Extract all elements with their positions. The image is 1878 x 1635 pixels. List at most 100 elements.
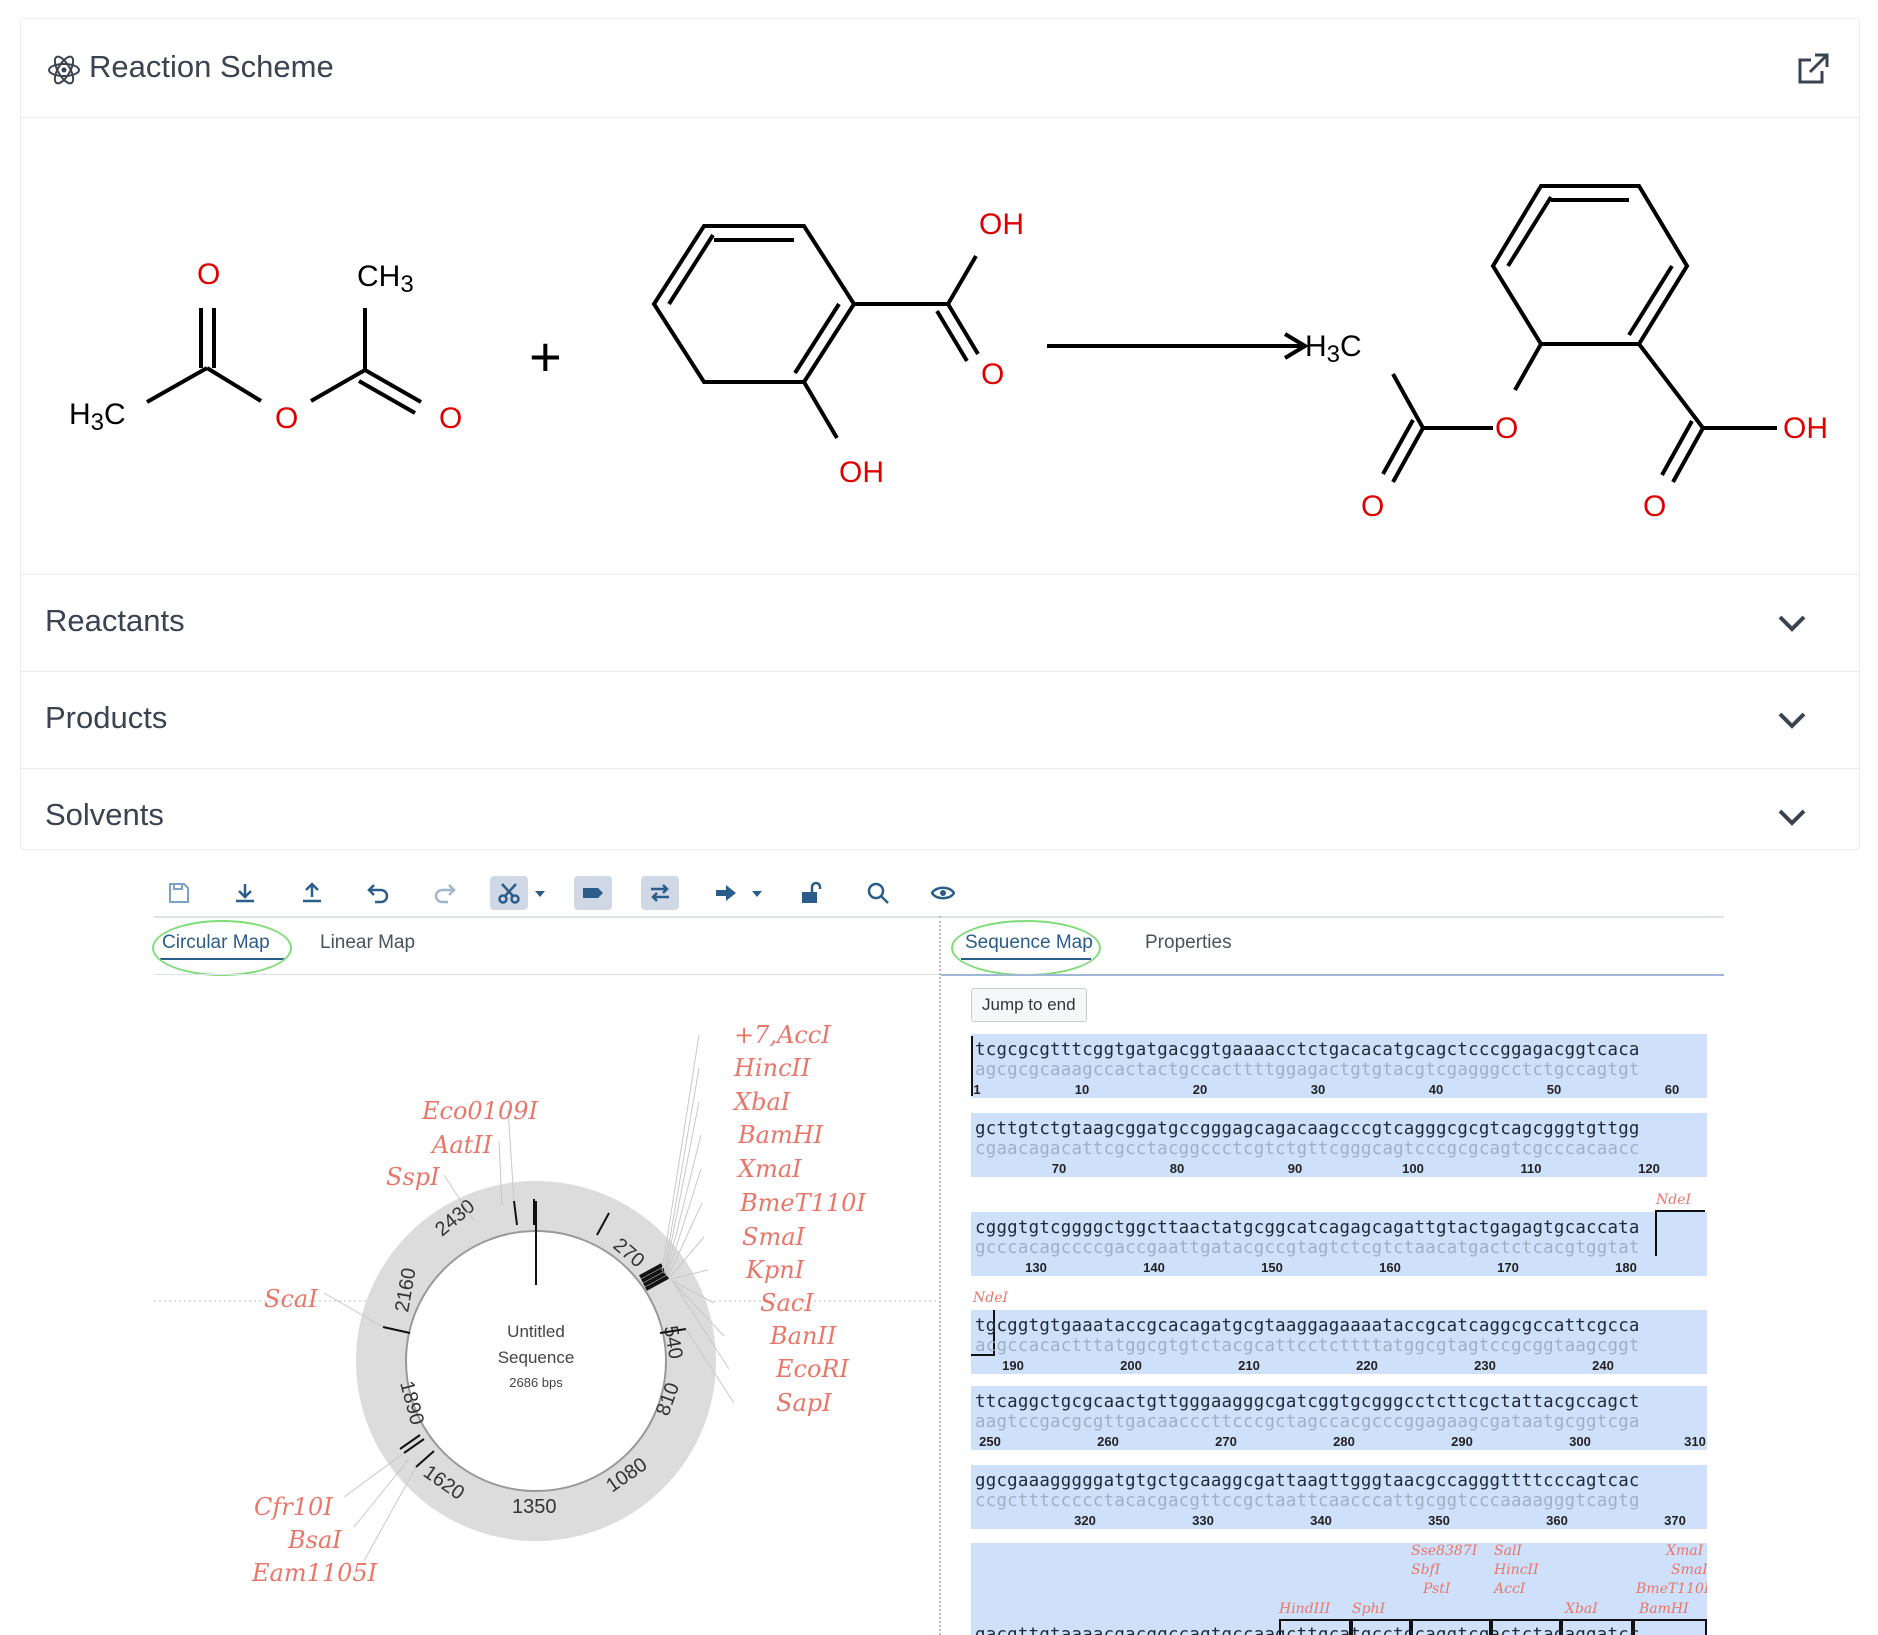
sequence-forward: gcttgtctgtaagcggatgccgggagcagacaagcccgtc… (975, 1119, 1640, 1139)
search-button[interactable] (859, 876, 897, 910)
aspirin-oh: OH (1783, 412, 1828, 445)
sequence-forward: ggcgaaagggggatgtgctgcaaggcgattaagttgggta… (975, 1471, 1640, 1491)
sequence-row[interactable]: NdeI tgcggtgtgaaataccgcacagatgcgtaaggaga… (971, 1288, 1707, 1378)
enzyme-label: +7,AccI (734, 1021, 831, 1049)
atom-icon (48, 55, 80, 85)
anhydride-h3c-label: H3C (69, 398, 126, 436)
enzyme-label[interactable]: HincII (1494, 1562, 1539, 1578)
enzyme-label[interactable]: SbfI (1411, 1562, 1440, 1578)
translations-button[interactable] (707, 876, 745, 910)
tab-highlight-ring (152, 920, 292, 976)
enzyme-label: XbaI (732, 1088, 791, 1116)
save-button[interactable] (160, 876, 198, 910)
sequence-forward: tcgcgcgtttcggtgatgacggtgaaaacctctgacacat… (975, 1040, 1640, 1060)
visibility-button[interactable] (924, 876, 962, 910)
anhydride-carbonyl-o1: O (197, 258, 220, 291)
orfs-button[interactable] (641, 876, 679, 910)
acetic-anhydride-structure (146, 308, 422, 415)
upload-button[interactable] (293, 876, 331, 910)
sequence-editor: Circular Map Linear Map Untitled Sequenc… (152, 866, 1724, 1635)
lock-button[interactable] (792, 876, 830, 910)
sequence-forward: ttcaggctgcgcaactgttgggaagggcgatcggtgcggg… (975, 1392, 1640, 1412)
features-button[interactable] (574, 876, 612, 910)
download-button[interactable] (226, 876, 264, 910)
sequence-row[interactable]: ttcaggctgcgcaactgttgggaagggcgatcggtgcggg… (971, 1386, 1707, 1454)
sequence-forward: tgcggtgtgaaataccgcacagatgcgtaaggagaaaata… (975, 1316, 1640, 1336)
enzyme-label: KpnI (745, 1256, 805, 1284)
chevron-down-icon (1778, 615, 1806, 632)
enzyme-label[interactable]: SphI (1352, 1601, 1385, 1617)
reaction-title: Reaction Scheme (89, 49, 334, 84)
tab-linear-map[interactable]: Linear Map (320, 932, 415, 954)
sequence-row[interactable]: tcgcgcgtttcggtgatgacggtgaaaacctctgacacat… (971, 1034, 1707, 1102)
feature-tag-icon (583, 888, 603, 898)
sequence-reverse: cgaacagacattcgcctacggccctcgtctgttcgggcag… (975, 1139, 1640, 1159)
aspirin-structure (1381, 184, 1777, 483)
undo-button[interactable] (359, 876, 397, 910)
accordion-reactants[interactable]: Reactants (21, 575, 1859, 672)
aspirin-carbonyl-o: O (1643, 490, 1666, 523)
jump-to-end-button[interactable]: Jump to end (971, 988, 1087, 1022)
accordion-solvents[interactable]: Solvents (21, 769, 1859, 849)
reaction-plus: + (529, 325, 562, 388)
tab-properties[interactable]: Properties (1145, 932, 1232, 954)
sequence-reverse: ccgctttccccctacacgacgttccgctaattcaacccat… (975, 1491, 1640, 1511)
enzyme-label: EcoRI (775, 1355, 849, 1383)
enzyme-label: Cfr10I (254, 1493, 333, 1521)
salicylic-oh-bottom: OH (839, 456, 884, 489)
sequence-reverse: acgccacactttatggcgtgtctacgcattcctcttttat… (975, 1336, 1640, 1356)
enzyme-label: ScaI (264, 1285, 318, 1313)
cut-sites-button[interactable] (490, 876, 528, 910)
sequence-ruler: 190 200 210 220 230 240 (1002, 1358, 1614, 1373)
enzyme-label[interactable]: PstI (1423, 1581, 1450, 1597)
sequence-pane: Sequence Map Properties Jump to end tcgc… (941, 916, 1724, 1635)
sequence-ruler: 70 80 90 100 110 120 (1051, 1161, 1660, 1176)
enzyme-label[interactable]: HindIII (1279, 1601, 1330, 1617)
scissors-icon (498, 883, 520, 904)
sequence-ruler: 320 330 340 350 360 370 (1074, 1513, 1686, 1528)
aspirin-ester-o: O (1495, 412, 1518, 445)
enzyme-label[interactable]: SalI (1494, 1543, 1522, 1559)
redo-button[interactable] (426, 876, 464, 910)
search-icon (867, 882, 889, 904)
enzyme-label[interactable]: XbaI (1565, 1601, 1598, 1617)
accordion-products[interactable]: Products (21, 672, 1859, 769)
circular-map[interactable]: Untitled Sequence 2686 bps 270 540 810 1… (154, 975, 939, 1635)
sequence-ruler: 130 140 150 160 170 180 (1025, 1260, 1637, 1275)
swap-arrows-icon (651, 884, 669, 902)
redo-icon (434, 884, 456, 904)
enzyme-label: Eam1105I (251, 1559, 378, 1587)
sequence-forward: gacgttgtaaaacgacggccagtgccaagcttgcatgcct… (975, 1625, 1640, 1635)
enzyme-label[interactable]: Sse8387I (1411, 1543, 1477, 1559)
enzyme-label[interactable]: BmeT110I (1636, 1581, 1707, 1597)
enzyme-label: SspI (386, 1163, 440, 1191)
enzyme-label[interactable]: AccI (1494, 1581, 1525, 1597)
sequence-row[interactable]: ggcgaaagggggatgtgctgcaaggcgattaagttgggta… (971, 1465, 1707, 1533)
enzyme-label[interactable]: XmaI (1666, 1543, 1703, 1559)
ring-tick-label: 1350 (512, 1496, 557, 1518)
translations-caret-icon[interactable] (752, 891, 762, 897)
reaction-card: Reaction Scheme O CH3 H3C O O + OH O OH … (20, 18, 1860, 850)
sequence-ruler: 250 260 270 280 290 300 310 (979, 1434, 1706, 1449)
aspirin-h3c-label: H3C (1305, 330, 1362, 368)
chevron-down-icon (1778, 712, 1806, 729)
anhydride-bridge-o: O (275, 402, 298, 435)
cut-sites-caret-icon[interactable] (535, 891, 545, 897)
download-icon (236, 884, 254, 903)
enzyme-label[interactable]: NdeI (973, 1290, 1008, 1306)
sequence-row[interactable]: Sse8387I SalI SbfI HincII PstI AccI Hind… (971, 1543, 1707, 1635)
aspirin-acetyl-o: O (1361, 490, 1384, 523)
save-icon (169, 883, 189, 903)
enzyme-label: AatII (430, 1131, 493, 1159)
unlock-icon (802, 881, 822, 903)
enzyme-label[interactable]: SmaI (1671, 1562, 1707, 1578)
arrow-right-icon (716, 885, 736, 901)
map-name-line2: Sequence (498, 1348, 575, 1367)
enzyme-label[interactable]: NdeI (1656, 1192, 1691, 1208)
enzyme-label: XmaI (736, 1155, 802, 1183)
enzyme-label: BmeT110I (739, 1189, 866, 1217)
sequence-row[interactable]: NdeI cgggtgtcggggctggcttaactatgcggcatcag… (971, 1190, 1707, 1280)
external-link-icon[interactable] (1795, 51, 1831, 87)
sequence-row[interactable]: gcttgtctgtaagcggatgccgggagcagacaagcccgtc… (971, 1113, 1707, 1181)
enzyme-label[interactable]: BamHI (1639, 1601, 1689, 1617)
